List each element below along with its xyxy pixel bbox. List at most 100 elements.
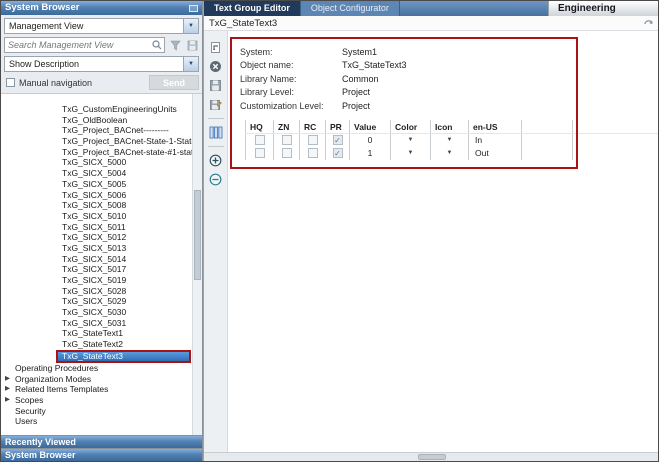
table-cell[interactable] <box>572 147 640 160</box>
expand-arrow-icon[interactable]: ▶ <box>5 374 10 385</box>
tree-item[interactable]: TxG_SICX_5011 <box>1 222 202 233</box>
checkbox-unchecked[interactable] <box>255 148 265 158</box>
tab-text-group-editor[interactable]: Text Group Editor <box>204 1 301 16</box>
tree-item[interactable]: TxG_SICX_5005 <box>1 179 202 190</box>
tree-item[interactable]: Operating Procedures <box>1 363 202 374</box>
chevron-down-icon[interactable]: ▼ <box>183 19 198 33</box>
column-header[interactable]: RC <box>299 120 325 133</box>
send-button[interactable]: Send <box>149 75 199 90</box>
tree-item-selected[interactable]: TxG_StateText3 <box>56 350 191 363</box>
checkbox-unchecked[interactable] <box>308 135 318 145</box>
column-header[interactable]: ZN <box>273 120 299 133</box>
tree-item[interactable]: ▶Organization Modes <box>1 374 202 385</box>
table-row[interactable]: ✓ 0 ▼ ▼ In <box>245 134 659 147</box>
icon-dropdown[interactable]: ▼ <box>430 134 468 147</box>
save-search-icon[interactable] <box>185 38 199 52</box>
tree-item[interactable]: TxG_SICX_5006 <box>1 190 202 201</box>
search-input[interactable] <box>5 39 147 51</box>
tree-item[interactable]: TxG_SICX_5004 <box>1 168 202 179</box>
tree-scrollbar[interactable] <box>192 94 202 435</box>
column-header[interactable]: en-US <box>468 120 521 133</box>
property-label: Library Level: <box>240 87 342 97</box>
checkbox-unchecked[interactable] <box>282 135 292 145</box>
checkbox-unchecked[interactable] <box>282 148 292 158</box>
search-box[interactable] <box>4 37 165 53</box>
tree-item[interactable]: TxG_StateText1 <box>1 328 202 339</box>
table-cell[interactable] <box>572 134 640 147</box>
tree-item[interactable]: Security <box>1 406 202 417</box>
chevron-down-icon[interactable]: ▼ <box>447 137 453 143</box>
column-header[interactable] <box>572 120 640 133</box>
checkbox-checked[interactable]: ✓ <box>333 148 343 158</box>
recently-viewed-bar[interactable]: Recently Viewed <box>1 435 202 448</box>
tree-scrollbar-thumb[interactable] <box>194 190 201 280</box>
system-browser-bar[interactable]: System Browser <box>1 448 202 461</box>
tab-object-configurator[interactable]: Object Configurator <box>301 1 400 16</box>
chevron-down-icon[interactable]: ▼ <box>408 137 414 143</box>
panel-menu-icon[interactable] <box>189 5 198 12</box>
tree-item[interactable]: Users <box>1 416 202 427</box>
filter-icon[interactable] <box>168 38 182 52</box>
expand-arrow-icon[interactable]: ▶ <box>5 384 10 395</box>
chevron-down-icon[interactable]: ▼ <box>408 150 414 156</box>
splitter-handle[interactable] <box>418 454 446 460</box>
tree-item[interactable]: TxG_SICX_5014 <box>1 254 202 265</box>
tree-item[interactable]: TxG_CustomEngineeringUnits <box>1 104 202 115</box>
save-icon[interactable] <box>208 77 224 93</box>
tree-item[interactable]: TxG_SICX_5030 <box>1 307 202 318</box>
description-dropdown[interactable]: Show Description ▼ <box>4 56 199 72</box>
revert-icon[interactable] <box>208 39 224 55</box>
tree-item[interactable]: TxG_SICX_5019 <box>1 275 202 286</box>
table-cell[interactable] <box>521 147 572 160</box>
tree-item[interactable]: TxG_SICX_5012 <box>1 232 202 243</box>
table-row[interactable]: ✓ 1 ▼ ▼ Out <box>245 147 659 160</box>
view-dropdown-value: Management View <box>5 21 183 31</box>
column-header[interactable]: PR <box>325 120 349 133</box>
chevron-down-icon[interactable]: ▼ <box>183 57 198 71</box>
checkbox-checked[interactable]: ✓ <box>333 135 343 145</box>
icon-dropdown[interactable]: ▼ <box>430 147 468 160</box>
en-us-cell[interactable]: Out <box>468 147 521 160</box>
tree-item[interactable]: TxG_SICX_5000 <box>1 157 202 168</box>
color-dropdown[interactable]: ▼ <box>390 134 430 147</box>
column-header[interactable]: HQ <box>245 120 273 133</box>
tree-item[interactable]: TxG_SICX_5028 <box>1 286 202 297</box>
value-cell[interactable]: 1 <box>349 147 390 160</box>
add-icon[interactable] <box>208 152 224 168</box>
checkbox-unchecked[interactable] <box>308 148 318 158</box>
tree-item[interactable]: TxG_StateText2 <box>1 339 202 350</box>
view-dropdown[interactable]: Management View ▼ <box>4 18 199 34</box>
color-dropdown[interactable]: ▼ <box>390 147 430 160</box>
property-value: Common <box>342 74 379 84</box>
tree-item[interactable]: ▶Scopes <box>1 395 202 406</box>
tree-item[interactable]: TxG_SICX_5010 <box>1 211 202 222</box>
pin-icon[interactable] <box>643 14 655 32</box>
tree-item[interactable]: ▶Related Items Templates <box>1 384 202 395</box>
manual-navigation-checkbox[interactable] <box>6 78 15 87</box>
save-as-icon[interactable] <box>208 96 224 112</box>
checkbox-unchecked[interactable] <box>255 135 265 145</box>
column-header[interactable]: Color <box>390 120 430 133</box>
tree-item[interactable]: TxG_Project_BACnet--------- <box>1 125 202 136</box>
delete-icon[interactable] <box>208 58 224 74</box>
en-us-cell[interactable]: In <box>468 134 521 147</box>
tree-item[interactable]: TxG_Project_BACnet-State-1-State-2 <box>1 136 202 147</box>
tree-item[interactable]: TxG_SICX_5031 <box>1 318 202 329</box>
search-icon[interactable] <box>150 38 164 52</box>
chevron-down-icon[interactable]: ▼ <box>447 150 453 156</box>
column-header[interactable] <box>521 120 572 133</box>
tree-item[interactable]: TxG_SICX_5008 <box>1 200 202 211</box>
tree-item[interactable]: TxG_SICX_5029 <box>1 296 202 307</box>
tree-item[interactable]: TxG_SICX_5013 <box>1 243 202 254</box>
columns-icon[interactable] <box>208 124 224 140</box>
expand-arrow-icon[interactable]: ▶ <box>5 395 10 406</box>
tree-item[interactable]: TxG_OldBoolean <box>1 115 202 126</box>
tree-item[interactable]: TxG_Project_BACnet-state-#1-state- <box>1 147 202 158</box>
table-cell[interactable] <box>521 134 572 147</box>
remove-icon[interactable] <box>208 171 224 187</box>
tree-item[interactable]: TxG_SICX_5017 <box>1 264 202 275</box>
system-browser-header[interactable]: System Browser <box>1 1 202 15</box>
column-header[interactable]: Icon <box>430 120 468 133</box>
value-cell[interactable]: 0 <box>349 134 390 147</box>
column-header[interactable]: Value <box>349 120 390 133</box>
